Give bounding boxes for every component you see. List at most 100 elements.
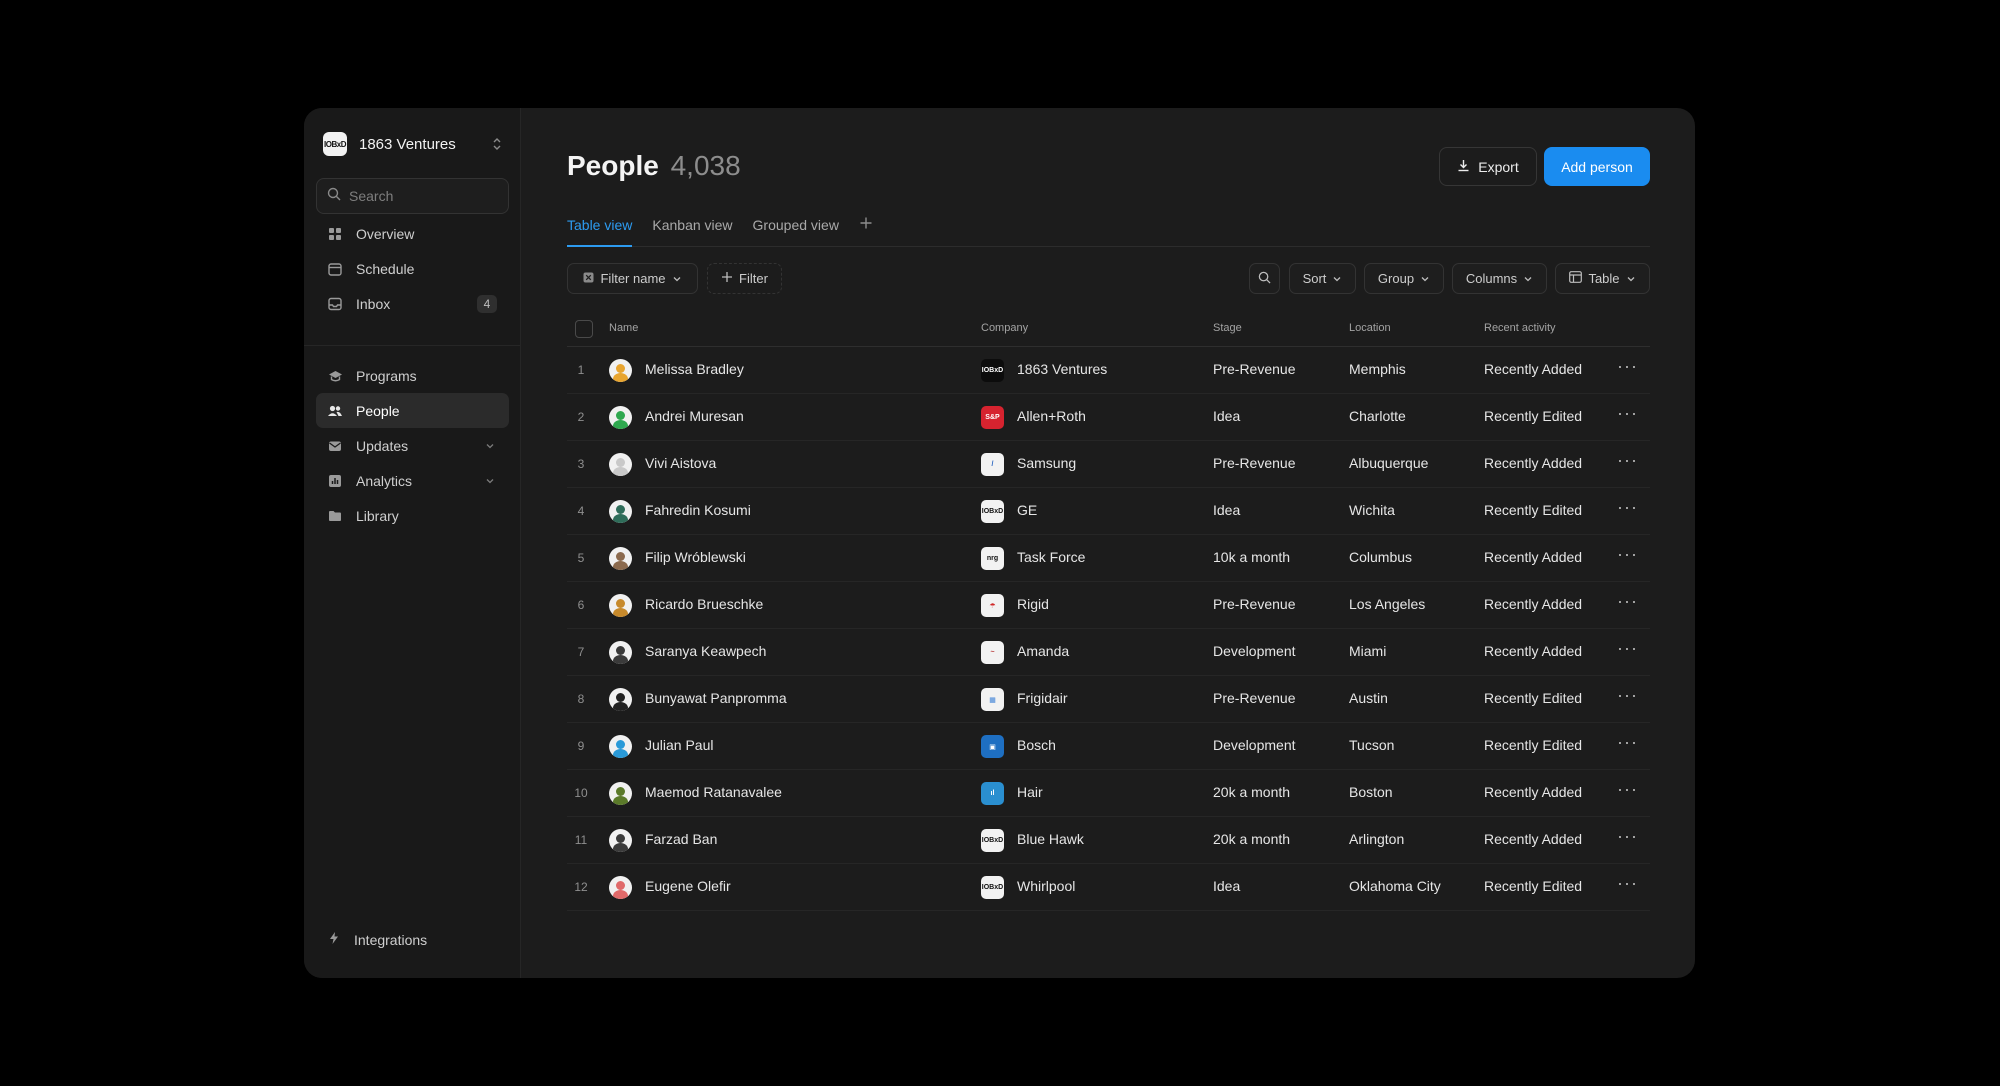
person-name[interactable]: Maemod Ratanavalee <box>645 784 782 800</box>
search-box[interactable] <box>316 178 509 214</box>
table-row[interactable]: 11 Farzad Ban IOBxD Blue Hawk 20k a month Arl… <box>567 817 1650 864</box>
more-options-icon[interactable]: ··· <box>1617 638 1638 659</box>
add-view-icon[interactable] <box>859 216 873 232</box>
table-row[interactable]: 4 Fahredin Kosumi IOBxD GE Idea Wichita Recent… <box>567 488 1650 535</box>
sidebar-item-label: Updates <box>356 437 409 454</box>
more-options-icon[interactable]: ··· <box>1617 497 1638 518</box>
column-header-name[interactable]: Name <box>609 322 638 334</box>
add-filter-button[interactable]: Filter <box>707 263 782 294</box>
more-options-icon[interactable]: ··· <box>1617 356 1638 377</box>
location-value: Charlotte <box>1349 408 1406 424</box>
company-name[interactable]: Bosch <box>1017 737 1056 753</box>
sidebar-item-inbox[interactable]: Inbox 4 <box>316 286 509 321</box>
tab-grouped-view[interactable]: Grouped view <box>753 216 839 247</box>
export-button[interactable]: Export <box>1439 147 1537 186</box>
sidebar-item-schedule[interactable]: Schedule <box>316 251 509 286</box>
stage-value: 20k a month <box>1213 831 1291 847</box>
sidebar-item-overview[interactable]: Overview <box>316 216 509 251</box>
company-name[interactable]: 1863 Ventures <box>1017 361 1107 377</box>
column-header-recent-activity[interactable]: Recent activity <box>1484 322 1556 334</box>
company-name[interactable]: Samsung <box>1017 455 1076 471</box>
sidebar-item-people[interactable]: People <box>316 393 509 428</box>
person-name[interactable]: Filip Wróblewski <box>645 549 746 565</box>
group-button[interactable]: Group <box>1364 263 1444 294</box>
chevron-down-icon[interactable] <box>485 438 495 454</box>
sidebar-item-label: Integrations <box>354 931 428 948</box>
close-square-icon[interactable] <box>583 271 594 286</box>
view-tabs: Table view Kanban view Grouped view <box>567 216 1650 247</box>
person-name[interactable]: Fahredin Kosumi <box>645 502 751 518</box>
search-input[interactable] <box>349 188 499 204</box>
chevron-updown-icon <box>490 137 504 152</box>
table-row[interactable]: 1 Melissa Bradley IOBxD 1863 Ventures Pre-Re… <box>567 347 1650 394</box>
sort-button[interactable]: Sort <box>1289 263 1356 294</box>
more-options-icon[interactable]: ··· <box>1617 779 1638 800</box>
company-name[interactable]: Blue Hawk <box>1017 831 1084 847</box>
column-header-stage[interactable]: Stage <box>1213 322 1242 334</box>
table-row[interactable]: 2 Andrei Muresan S&P Allen+Roth Idea Charlott… <box>567 394 1650 441</box>
person-name[interactable]: Julian Paul <box>645 737 714 753</box>
add-person-button[interactable]: Add person <box>1544 147 1650 186</box>
sort-label: Sort <box>1302 271 1327 286</box>
filter-name-chip[interactable]: Filter name <box>567 263 698 294</box>
recent-activity-value: Recently Added <box>1484 831 1583 847</box>
chevron-down-icon[interactable] <box>485 473 495 489</box>
table-label: Table <box>1588 271 1620 286</box>
inbox-count-badge: 4 <box>477 294 497 313</box>
select-all-checkbox[interactable] <box>575 320 593 338</box>
workspace-switcher[interactable]: IOBxD 1863 Ventures <box>323 127 504 161</box>
more-options-icon[interactable]: ··· <box>1617 544 1638 565</box>
recent-activity-value: Recently Added <box>1484 784 1583 800</box>
person-name[interactable]: Bunyawat Panpromma <box>645 690 787 706</box>
company-name[interactable]: Allen+Roth <box>1017 408 1086 424</box>
more-options-icon[interactable]: ··· <box>1617 403 1638 424</box>
company-name[interactable]: Frigidair <box>1017 690 1068 706</box>
sidebar-item-integrations[interactable]: Integrations <box>316 922 509 957</box>
columns-button[interactable]: Columns <box>1452 263 1547 294</box>
sidebar-item-library[interactable]: Library <box>316 498 509 533</box>
table-row[interactable]: 5 Filip Wróblewski nrg Task Force 10k a mont… <box>567 535 1650 582</box>
company-name[interactable]: Task Force <box>1017 549 1085 565</box>
more-options-icon[interactable]: ··· <box>1617 732 1638 753</box>
person-name[interactable]: Farzad Ban <box>645 831 717 847</box>
company-name[interactable]: GE <box>1017 502 1037 518</box>
person-name[interactable]: Eugene Olefir <box>645 878 731 894</box>
table-search-button[interactable] <box>1249 263 1280 294</box>
table-row[interactable]: 7 Saranya Keawpech ~ Amanda Development Miami… <box>567 629 1650 676</box>
location-value: Austin <box>1349 690 1388 706</box>
company-name[interactable]: Hair <box>1017 784 1043 800</box>
person-name[interactable]: Ricardo Brueschke <box>645 596 763 612</box>
location-value: Albuquerque <box>1349 455 1429 471</box>
location-value: Tucson <box>1349 737 1395 753</box>
sidebar-item-updates[interactable]: Updates <box>316 428 509 463</box>
avatar <box>609 594 632 617</box>
company-name[interactable]: Whirlpool <box>1017 878 1075 894</box>
more-options-icon[interactable]: ··· <box>1617 826 1638 847</box>
tab-table-view[interactable]: Table view <box>567 216 633 247</box>
company-name[interactable]: Amanda <box>1017 643 1069 659</box>
more-options-icon[interactable]: ··· <box>1617 685 1638 706</box>
more-options-icon[interactable]: ··· <box>1617 450 1638 471</box>
table-row[interactable]: 8 Bunyawat Panpromma ▦ Frigidair Pre-Revenue… <box>567 676 1650 723</box>
stage-value: Idea <box>1213 408 1241 424</box>
more-options-icon[interactable]: ··· <box>1617 873 1638 894</box>
table-row[interactable]: 9 Julian Paul ▣ Bosch Development Tucson Recen… <box>567 723 1650 770</box>
company-logo: / <box>981 453 1004 476</box>
column-header-company[interactable]: Company <box>981 322 1028 334</box>
person-name[interactable]: Saranya Keawpech <box>645 643 766 659</box>
person-name[interactable]: Melissa Bradley <box>645 361 744 377</box>
sidebar-item-analytics[interactable]: Analytics <box>316 463 509 498</box>
table-row[interactable]: 12 Eugene Olefir IOBxD Whirlpool Idea Oklahom… <box>567 864 1650 911</box>
sidebar-item-programs[interactable]: Programs <box>316 358 509 393</box>
location-value: Oklahoma City <box>1349 878 1441 894</box>
table-row[interactable]: 6 Ricardo Brueschke ☂ Rigid Pre-Revenue Los A… <box>567 582 1650 629</box>
table-row[interactable]: 10 Maemod Ratanavalee ıl Hair 20k a month Bos… <box>567 770 1650 817</box>
person-name[interactable]: Andrei Muresan <box>645 408 744 424</box>
person-name[interactable]: Vivi Aistova <box>645 455 716 471</box>
table-layout-button[interactable]: Table <box>1555 263 1650 294</box>
company-name[interactable]: Rigid <box>1017 596 1049 612</box>
more-options-icon[interactable]: ··· <box>1617 591 1638 612</box>
tab-kanban-view[interactable]: Kanban view <box>652 216 732 247</box>
column-header-location[interactable]: Location <box>1349 322 1391 334</box>
table-row[interactable]: 3 Vivi Aistova / Samsung Pre-Revenue Albuquer… <box>567 441 1650 488</box>
